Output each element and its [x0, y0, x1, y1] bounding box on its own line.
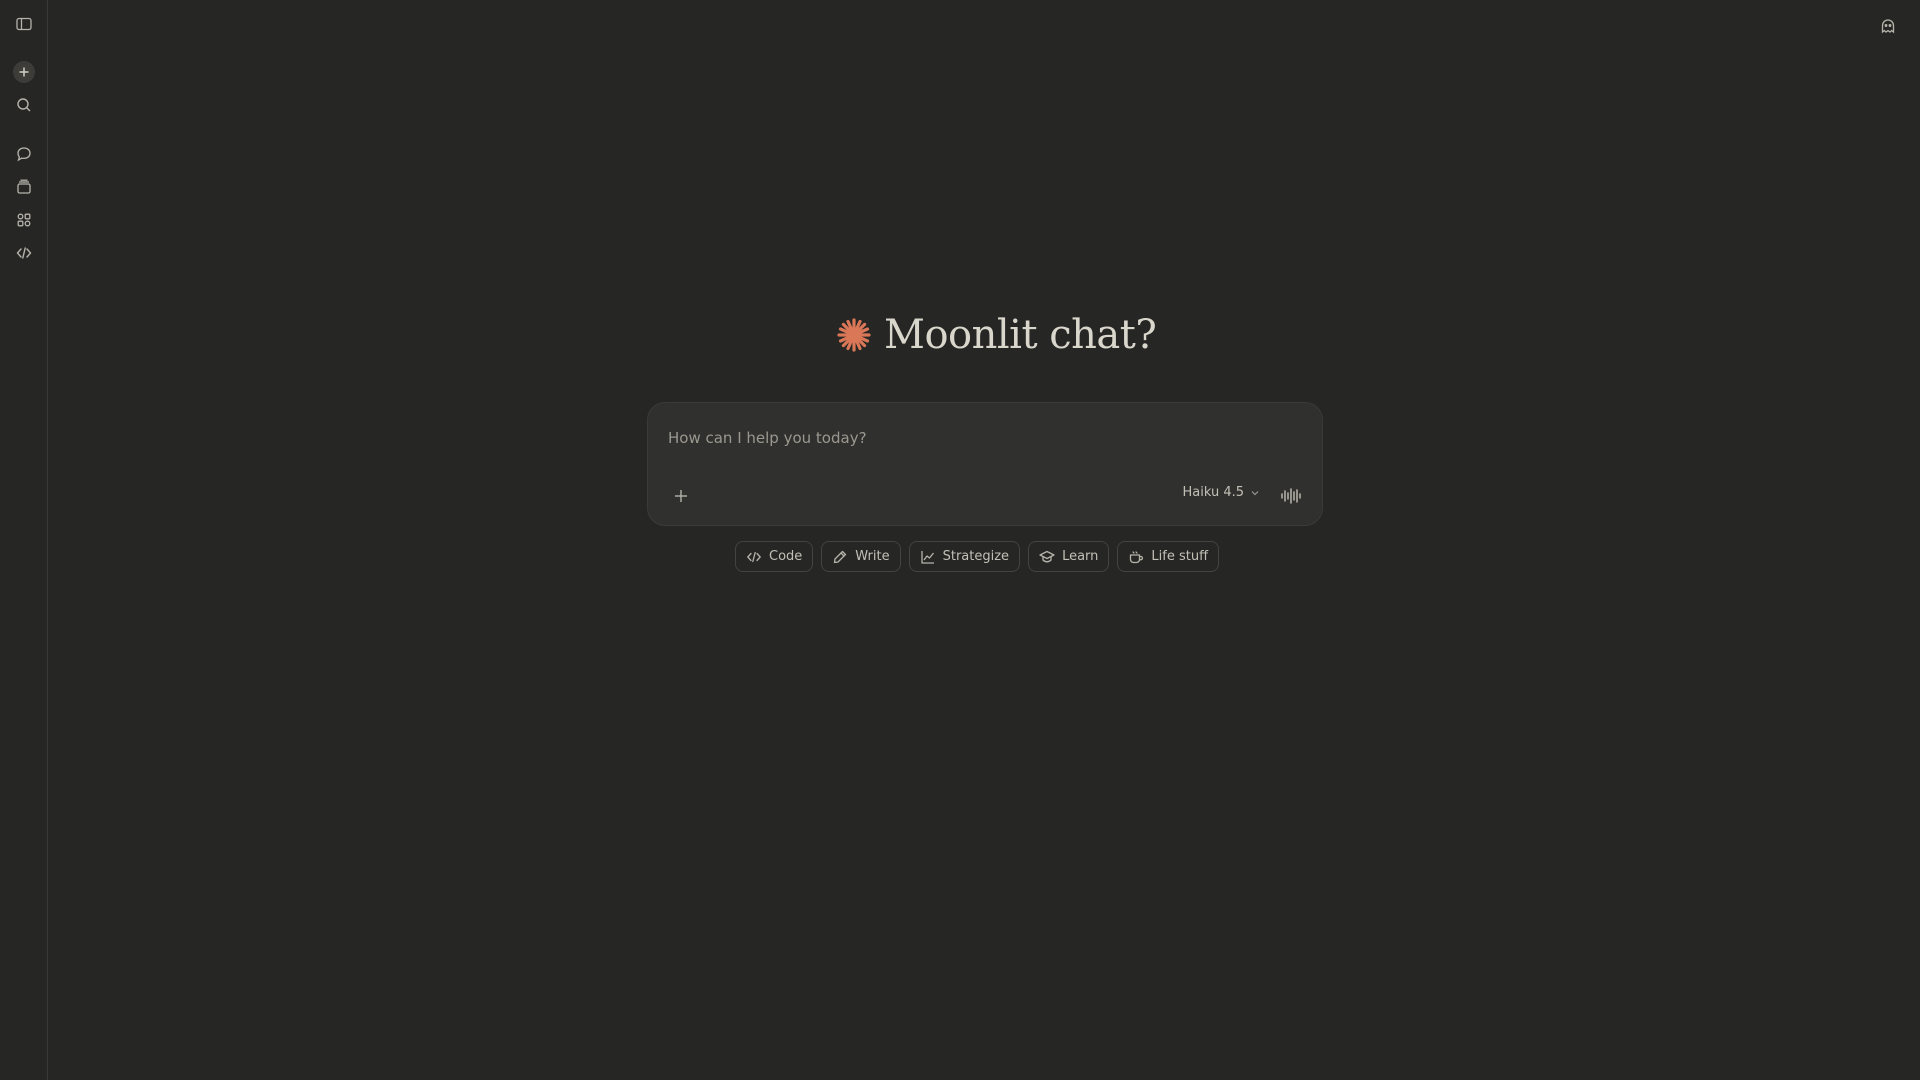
chip-label: Life stuff	[1151, 549, 1209, 564]
greeting-title: Moonlit chat?	[884, 312, 1157, 358]
chip-label: Code	[769, 549, 803, 564]
voice-mode-button[interactable]	[1278, 483, 1304, 509]
search-icon	[17, 98, 31, 112]
model-name: Haiku 4.5	[1182, 485, 1244, 500]
chip-strategize[interactable]: Strategize	[908, 541, 1021, 572]
search-button[interactable]	[10, 91, 38, 119]
incognito-button[interactable]	[1874, 12, 1902, 40]
greeting: Moonlit chat?	[836, 312, 1157, 358]
chip-label: Strategize	[942, 549, 1010, 564]
suggestion-chips: Code Write Strategize Learn Life stuff	[735, 541, 1220, 572]
graduation-cap-icon	[1039, 550, 1055, 562]
message-input[interactable]	[668, 423, 1288, 453]
plus-icon	[675, 490, 687, 502]
attach-button[interactable]	[668, 483, 694, 509]
chip-learn[interactable]: Learn	[1028, 541, 1110, 572]
archive-box-icon	[17, 179, 31, 194]
chip-write[interactable]: Write	[821, 541, 901, 572]
sidebar	[0, 0, 48, 1080]
ghost-icon	[1881, 19, 1895, 34]
coffee-cup-icon	[1130, 550, 1144, 563]
pencil-icon	[834, 550, 847, 563]
sparkle-logo-icon	[837, 318, 871, 352]
chat-bubble-icon	[17, 147, 31, 162]
plus-icon	[19, 67, 29, 77]
sidebar-panel-icon	[16, 17, 32, 31]
toggle-sidebar-button[interactable]	[10, 10, 38, 38]
artifacts-button[interactable]	[10, 206, 38, 234]
chip-label: Learn	[1062, 549, 1099, 564]
chip-life-stuff[interactable]: Life stuff	[1117, 541, 1220, 572]
code-icon	[747, 551, 761, 562]
new-chat-button[interactable]	[13, 61, 35, 83]
model-selector[interactable]: Haiku 4.5	[1182, 485, 1260, 500]
projects-button[interactable]	[10, 173, 38, 201]
chats-button[interactable]	[10, 140, 38, 168]
chevron-down-icon	[1251, 490, 1259, 495]
chip-code[interactable]: Code	[735, 541, 814, 572]
composer: Haiku 4.5	[647, 402, 1323, 526]
grid-apps-icon	[17, 213, 31, 227]
chart-line-icon	[920, 550, 934, 564]
audio-waveform-icon	[1281, 488, 1301, 504]
chip-label: Write	[855, 549, 890, 564]
code-icon	[16, 247, 32, 259]
code-button[interactable]	[10, 239, 38, 267]
